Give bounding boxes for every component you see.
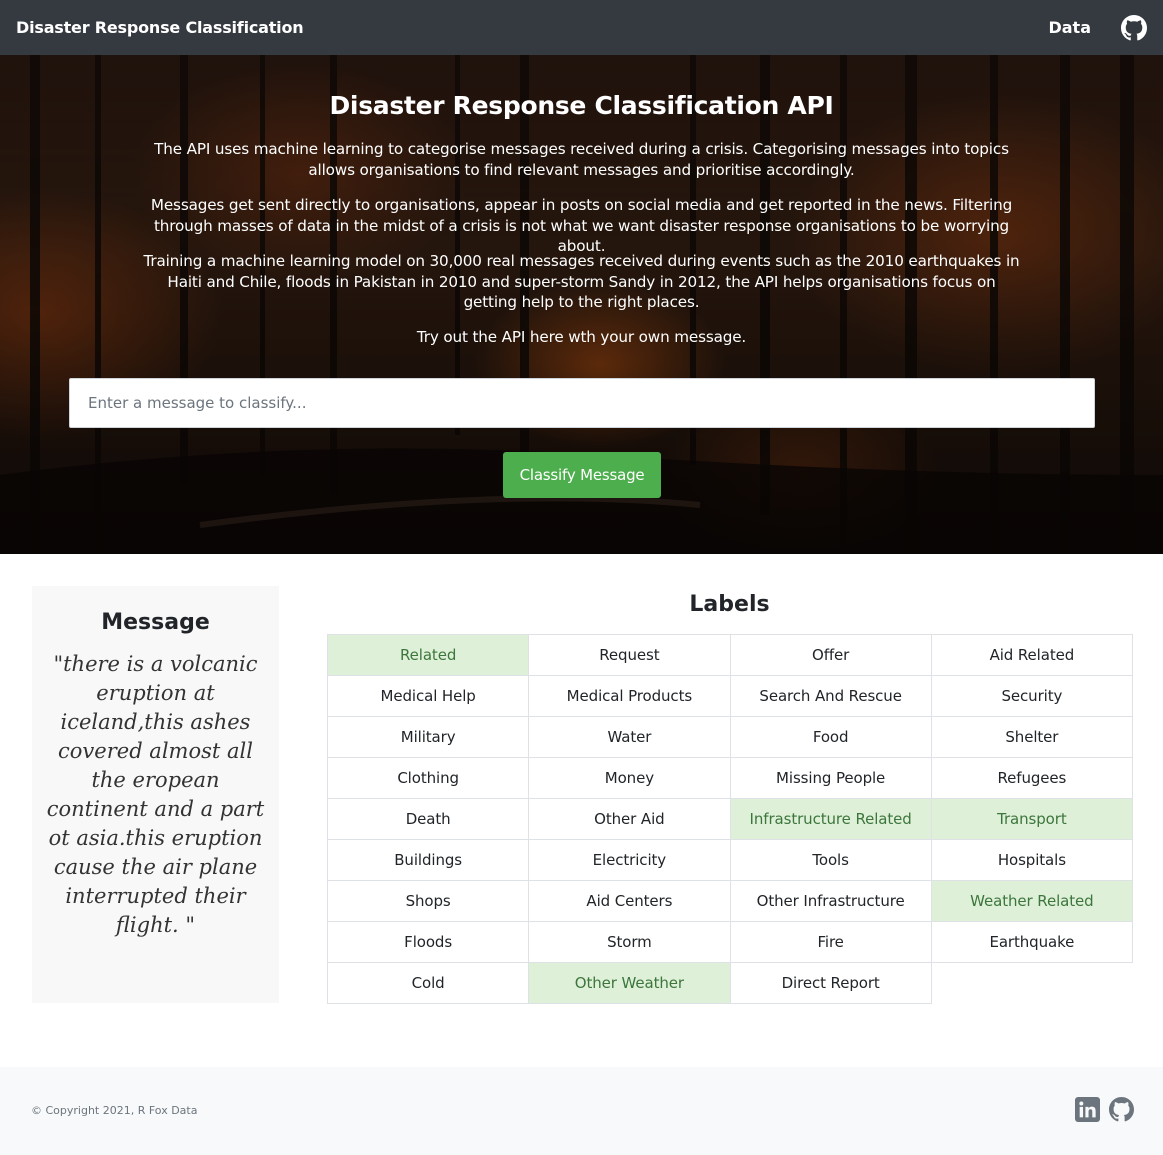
message-input[interactable] <box>69 378 1095 428</box>
classify-message-button[interactable]: Classify Message <box>503 452 661 498</box>
github-icon[interactable] <box>1121 14 1147 41</box>
labels-grid: Related Request Offer Aid Related Medical He… <box>327 634 1133 1004</box>
footer-social-icons <box>1075 1097 1134 1122</box>
linkedin-icon[interactable] <box>1075 1097 1100 1122</box>
label-cell: Refugees <box>930 757 1133 799</box>
hero-paragraph: Training a machine learning model on 30,… <box>143 252 1020 311</box>
label-cell: Other Aid <box>528 798 731 840</box>
labels-heading: Labels <box>689 592 770 617</box>
label-cell: Clothing <box>327 757 530 799</box>
label-cell: Fire <box>729 921 932 963</box>
label-cell: Buildings <box>327 839 530 881</box>
label-cell: Aid Related <box>930 634 1133 676</box>
label-cell: Earthquake <box>930 921 1133 963</box>
message-text: "there is a volcanic eruption at iceland… <box>46 652 265 937</box>
message-heading: Message <box>101 610 210 635</box>
label-cell: Medical Help <box>327 675 530 717</box>
navbar-brand[interactable]: Disaster Response Classification <box>16 18 304 37</box>
label-cell: Offer <box>729 634 932 676</box>
label-cell: Food <box>729 716 932 758</box>
label-cell: Infrastructure Related <box>729 798 932 840</box>
label-cell: Medical Products <box>528 675 731 717</box>
label-cell: Water <box>528 716 731 758</box>
navbar: Disaster Response Classification Data <box>0 0 1163 55</box>
label-cell: Military <box>327 716 530 758</box>
label-cell: Shelter <box>930 716 1133 758</box>
label-cell: Storm <box>528 921 731 963</box>
label-cell: Aid Centers <box>528 880 731 922</box>
github-icon[interactable] <box>1109 1097 1134 1122</box>
label-cell: Transport <box>930 798 1133 840</box>
label-cell: Weather Related <box>930 880 1133 922</box>
label-cell: Search And Rescue <box>729 675 932 717</box>
hero-section: Disaster Response Classification API The… <box>0 55 1163 554</box>
label-cell: Direct Report <box>729 962 932 1004</box>
label-cell: Missing People <box>729 757 932 799</box>
label-cell: Floods <box>327 921 530 963</box>
label-cell: Shops <box>327 880 530 922</box>
label-cell: Request <box>528 634 731 676</box>
navbar-links: Data <box>1048 14 1147 41</box>
label-cell: Hospitals <box>930 839 1133 881</box>
hero-paragraph: Messages get sent directly to organisati… <box>150 196 1013 255</box>
label-cell: Death <box>327 798 530 840</box>
hero-paragraph: The API uses machine learning to categor… <box>154 140 1009 179</box>
label-cell: Other Infrastructure <box>729 880 932 922</box>
label-cell: Money <box>528 757 731 799</box>
label-cell: Electricity <box>528 839 731 881</box>
copyright-text: © Copyright 2021, R Fox Data <box>31 1104 198 1117</box>
label-cell: Other Weather <box>528 962 731 1004</box>
label-cell: Cold <box>327 962 530 1004</box>
footer: © Copyright 2021, R Fox Data <box>0 1067 1163 1155</box>
label-cell: Security <box>930 675 1133 717</box>
hero-title: Disaster Response Classification API <box>329 91 834 120</box>
hero-content: Disaster Response Classification API The… <box>0 55 1163 554</box>
nav-link-data[interactable]: Data <box>1048 18 1091 37</box>
label-cell: Related <box>327 634 530 676</box>
message-panel: Message "there is a volcanic eruption at… <box>32 586 279 1003</box>
hero-paragraph: Try out the API here wth your own messag… <box>416 328 747 346</box>
label-cell: Tools <box>729 839 932 881</box>
